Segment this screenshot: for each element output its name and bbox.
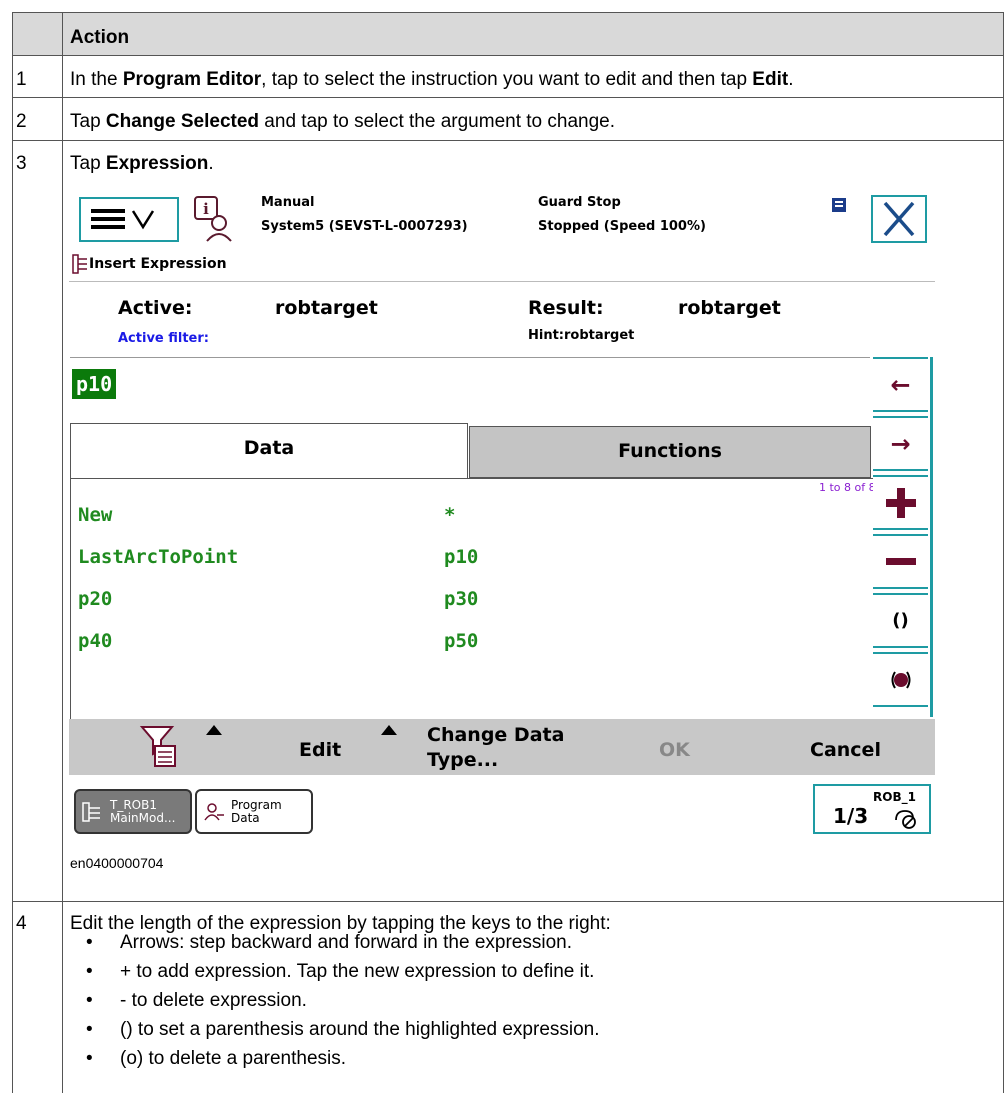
ok-button[interactable]: OK [659, 739, 690, 761]
list-item-star[interactable]: * [444, 504, 455, 526]
task2-line1: Program [231, 798, 282, 812]
hint-text: Hint:robtarget [528, 328, 635, 343]
taskbar-program-editor[interactable]: T_ROB1 MainMod... [74, 789, 192, 834]
filter-icon[interactable] [139, 724, 179, 770]
program-status-icon [832, 198, 846, 212]
flexpendant-screenshot: i Manual System5 (SEVST-L-0007293) Guard… [69, 189, 939, 837]
arrow-right-icon: → [890, 429, 911, 458]
task1-line1: T_ROB1 [110, 798, 157, 812]
close-icon [883, 201, 915, 237]
active-value: robtarget [275, 297, 378, 319]
edit-menu-arrow-icon [206, 725, 222, 735]
tab-data-label: Data [243, 437, 295, 459]
row-3-text: Tap Expression. [70, 153, 214, 174]
info-operator-icon[interactable]: i [191, 195, 237, 243]
parenthesis-icon: () [892, 610, 909, 631]
bullet-add: + to add expression. Tap the new express… [70, 961, 600, 990]
program-data-icon [204, 803, 224, 821]
increment-off-icon [895, 810, 916, 829]
row-4-bullets: Arrows: step backward and forward in the… [70, 932, 600, 1077]
edit-button[interactable]: Edit [299, 739, 341, 761]
row-3-number: 3 [16, 153, 27, 174]
active-filter-link[interactable]: Active filter: [118, 331, 209, 346]
status-state: Guard Stop [538, 195, 621, 210]
active-label: Active: [118, 297, 193, 319]
list-item-p40[interactable]: p40 [78, 630, 112, 652]
robot-unit-label: ROB_1 [873, 790, 916, 804]
status-system: System5 (SEVST-L-0007293) [261, 219, 468, 234]
insert-expression-icon [72, 254, 87, 274]
bullet-arrows: Arrows: step backward and forward in the… [70, 932, 600, 961]
taskbar-program-data[interactable]: Program Data [195, 789, 313, 834]
list-item-lastarctopoint[interactable]: LastArcToPoint [78, 546, 238, 568]
step-backward-button[interactable]: ← [873, 357, 928, 412]
speed-fraction: 1/3 [833, 804, 869, 828]
arrow-left-icon: ← [890, 370, 911, 399]
main-menu-button[interactable] [79, 197, 179, 242]
task2-line2: Data [231, 811, 260, 825]
window-title-bar: Insert Expression [69, 249, 939, 279]
add-expression-button[interactable] [873, 475, 928, 530]
row-1-number: 1 [16, 69, 27, 90]
bullet-delete-parenthesis: (o) to delete a parenthesis. [70, 1048, 600, 1077]
cancel-button[interactable]: Cancel [810, 739, 881, 761]
change-data-type-line2[interactable]: Type... [427, 749, 498, 771]
tab-data[interactable]: Data [70, 423, 468, 478]
list-item-p50[interactable]: p50 [444, 630, 478, 652]
row-4-number: 4 [16, 913, 27, 934]
remove-parenthesis-icon [891, 670, 910, 689]
list-item-p10[interactable]: p10 [444, 546, 478, 568]
change-data-type-line1[interactable]: Change Data [427, 724, 564, 746]
tab-functions-label: Functions [618, 440, 722, 462]
add-parenthesis-button[interactable]: () [873, 593, 928, 648]
result-label: Result: [528, 297, 604, 319]
list-item-new[interactable]: New [78, 504, 112, 526]
minus-icon [885, 557, 916, 565]
change-type-arrow-icon [381, 725, 397, 735]
quickset-button[interactable]: ROB_1 1/3 [813, 784, 931, 834]
step-forward-button[interactable]: → [873, 416, 928, 471]
status-speed: Stopped (Speed 100%) [538, 219, 706, 234]
list-item-p20[interactable]: p20 [78, 588, 112, 610]
delete-parenthesis-button[interactable] [873, 652, 928, 707]
result-value: robtarget [678, 297, 781, 319]
hamburger-menu-icon [91, 209, 155, 230]
bullet-parenthesis: () to set a parenthesis around the highl… [70, 1019, 600, 1048]
status-mode: Manual [261, 195, 315, 210]
delete-expression-button[interactable] [873, 534, 928, 589]
row-2-text: Tap Change Selected and tap to select th… [70, 111, 615, 132]
program-editor-icon [82, 802, 100, 822]
svg-text:i: i [203, 200, 209, 218]
item-count: 1 to 8 of 8 [819, 481, 876, 494]
expression-token[interactable]: p10 [72, 369, 117, 399]
bullet-delete: - to delete expression. [70, 990, 600, 1019]
row-1-text: In the Program Editor, tap to select the… [70, 69, 794, 90]
list-item-p30[interactable]: p30 [444, 588, 478, 610]
expression-box [70, 357, 870, 414]
window-title: Insert Expression [89, 256, 227, 272]
close-button[interactable] [871, 195, 927, 243]
task1-line2: MainMod... [110, 811, 176, 825]
plus-icon [885, 487, 916, 518]
row-2-number: 2 [16, 111, 27, 132]
header-action: Action [70, 27, 130, 48]
table-header-row [12, 12, 1004, 55]
figure-caption: en0400000704 [70, 855, 164, 871]
tab-functions[interactable]: Functions [469, 426, 871, 478]
